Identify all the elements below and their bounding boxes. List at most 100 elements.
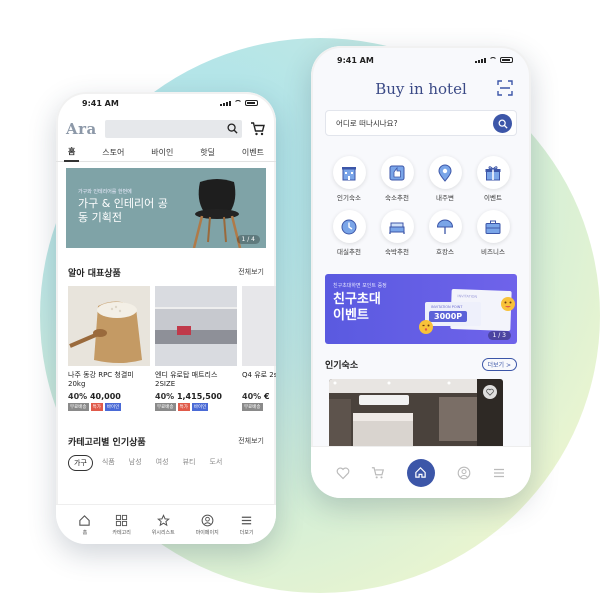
category-dayuse[interactable]: 대실추천: [325, 210, 373, 256]
category-business[interactable]: 비즈니스: [469, 210, 517, 256]
logo: Ara: [66, 120, 97, 138]
user-icon[interactable]: [457, 466, 471, 480]
tag-free-shipping: 무료배송: [68, 403, 89, 411]
search-input[interactable]: 어디로 떠나시나요?: [325, 110, 517, 136]
heart-icon: [486, 388, 494, 396]
product-price: 40% 1,415,500: [155, 392, 222, 401]
section-title: 카테고리별 인기상품: [68, 437, 146, 448]
chip-women[interactable]: 여성: [151, 455, 174, 471]
umbrella-icon: [436, 219, 454, 234]
section-title: 알아 대표상품: [68, 268, 121, 279]
phone-hotel-app: 9:41 AM Buy in hotel 어디로 떠나시나요? 인기숙소 숙소추…: [311, 46, 531, 498]
chip-furniture[interactable]: 가구: [68, 455, 93, 471]
tag-free-shipping: 무료배송: [242, 403, 263, 411]
nav-wishlist[interactable]: 위시리스트: [152, 513, 175, 536]
view-all-link[interactable]: 전체보기: [238, 267, 264, 277]
heart-icon[interactable]: [336, 466, 350, 480]
tag-special: 특가: [177, 403, 190, 411]
featured-section-header: 알아 대표상품 전체보기: [56, 264, 276, 280]
category-recommend[interactable]: 숙소추천: [373, 156, 421, 202]
product-card[interactable]: 나주 동강 RPC 청결미 20kg 40% 40,000 무료배송 특가 바이…: [68, 286, 150, 411]
nav-more[interactable]: 더보기: [240, 514, 253, 536]
product-tags: 무료배송 특가 바이인: [155, 403, 237, 411]
app-title: Buy in hotel: [375, 80, 467, 98]
hotel-room-image[interactable]: [329, 379, 503, 451]
wishlist-button[interactable]: [483, 385, 497, 399]
menu-icon[interactable]: [492, 466, 506, 480]
chip-books[interactable]: 도서: [204, 455, 227, 471]
emoji-icon: [501, 297, 515, 311]
clock-icon: [341, 219, 357, 234]
product-tags: 무료배송: [242, 403, 276, 411]
product-name: 나주 동강 RPC 청결미 20kg: [68, 371, 134, 388]
wifi-icon: [234, 100, 242, 106]
tab-event[interactable]: 이벤트: [238, 144, 268, 161]
category-chips: 가구 식품 남성 여성 뷰티 도서: [56, 455, 276, 471]
product-card[interactable]: Q4 유로 2size 40% € 무료배송: [242, 286, 276, 411]
home-icon: [79, 514, 91, 526]
user-icon: [201, 514, 214, 526]
ticket-value: 3000P: [429, 311, 468, 322]
home-icon: [415, 467, 427, 478]
view-all-link[interactable]: 전체보기: [238, 436, 264, 446]
product-name: Q4 유로 2size: [242, 371, 276, 379]
category-popular[interactable]: 인기숙소: [325, 156, 373, 202]
app-header: Buy in hotel: [311, 70, 531, 108]
tab-home[interactable]: 홈: [64, 143, 80, 162]
bottom-nav: 홈 카테고리 위시리스트 마이페이지 더보기: [56, 504, 276, 544]
app-header: Ara: [56, 114, 276, 144]
envelope-text: INVITATION: [457, 294, 478, 299]
status-bar: 9:41 AM: [56, 92, 276, 114]
tab-store[interactable]: 스토어: [98, 144, 128, 161]
category-grid: 인기숙소 숙소추천 내주변 이벤트 대실추천 숙박추천 호캉스 비즈니스: [311, 136, 531, 256]
category-stay[interactable]: 숙박추천: [373, 210, 421, 256]
emoji-kiss-icon: [419, 320, 433, 334]
product-price: 40% €: [242, 392, 270, 401]
banner-pager: 1 / 4: [236, 235, 260, 244]
tag-special: 특가: [90, 403, 103, 411]
section-title: 인기숙소: [325, 361, 359, 371]
chip-beauty[interactable]: 뷰티: [178, 455, 201, 471]
product-name: 엔디 유로탑 매트리스 2SIZE: [155, 371, 218, 388]
cart-icon[interactable]: [371, 466, 385, 480]
cart-icon[interactable]: [250, 121, 266, 137]
search-button[interactable]: [493, 114, 512, 133]
bottom-nav: [311, 446, 531, 498]
invite-banner[interactable]: 친구초대하면 포인트 증정 친구초대 이벤트 INVITATION INVITA…: [325, 274, 517, 344]
status-time: 9:41 AM: [82, 98, 119, 108]
banner-subtitle: 가구와 인테리어를 한번에: [78, 189, 132, 195]
search-icon: [498, 119, 508, 129]
nav-category[interactable]: 카테고리: [112, 514, 131, 536]
chip-food[interactable]: 식품: [97, 455, 120, 471]
more-button[interactable]: 더보기 >: [481, 358, 517, 371]
banner-pager: 1 / 3: [487, 331, 511, 340]
product-list: 나주 동강 RPC 청결미 20kg 40% 40,000 무료배송 특가 바이…: [56, 286, 276, 411]
banner-title: 친구초대 이벤트: [333, 292, 381, 323]
tab-buyin[interactable]: 바이인: [147, 144, 177, 161]
category-nearby[interactable]: 내주변: [421, 156, 469, 202]
chip-men[interactable]: 남성: [124, 455, 147, 471]
menu-icon: [241, 516, 252, 524]
location-pin-icon: [438, 164, 452, 182]
bed-icon: [389, 222, 405, 234]
banner-subtitle: 친구초대하면 포인트 증정: [333, 283, 387, 289]
nav-home[interactable]: 홈: [78, 514, 91, 536]
search-icon[interactable]: [227, 123, 238, 134]
promo-banner[interactable]: 가구와 인테리어를 한번에 가구 & 인테리어 공동 기획전 1 / 4: [66, 168, 266, 248]
wifi-icon: [489, 57, 497, 63]
search-input[interactable]: [104, 120, 242, 138]
grid-icon: [116, 514, 128, 526]
hotel-icon: [342, 166, 356, 180]
product-card[interactable]: 엔디 유로탑 매트리스 2SIZE 40% 1,415,500 무료배송 특가 …: [155, 286, 237, 411]
tab-hotdeal[interactable]: 핫딜: [196, 144, 219, 161]
category-event[interactable]: 이벤트: [469, 156, 517, 202]
main-tabs: 홈 스토어 바이인 핫딜 이벤트: [56, 144, 276, 162]
nav-mypage[interactable]: 마이페이지: [196, 514, 219, 536]
scan-icon[interactable]: [497, 80, 513, 96]
search-placeholder: 어디로 떠나시나요?: [336, 118, 398, 128]
product-image-partial: [242, 286, 276, 366]
popular-section-header: 인기숙소 더보기 >: [311, 358, 531, 371]
phone-shop-app: 9:41 AM Ara 홈 스토어 바이인 핫딜 이벤트 가구와 인테리어를 한…: [56, 92, 276, 544]
category-hocance[interactable]: 호캉스: [421, 210, 469, 256]
home-button[interactable]: [406, 458, 435, 487]
